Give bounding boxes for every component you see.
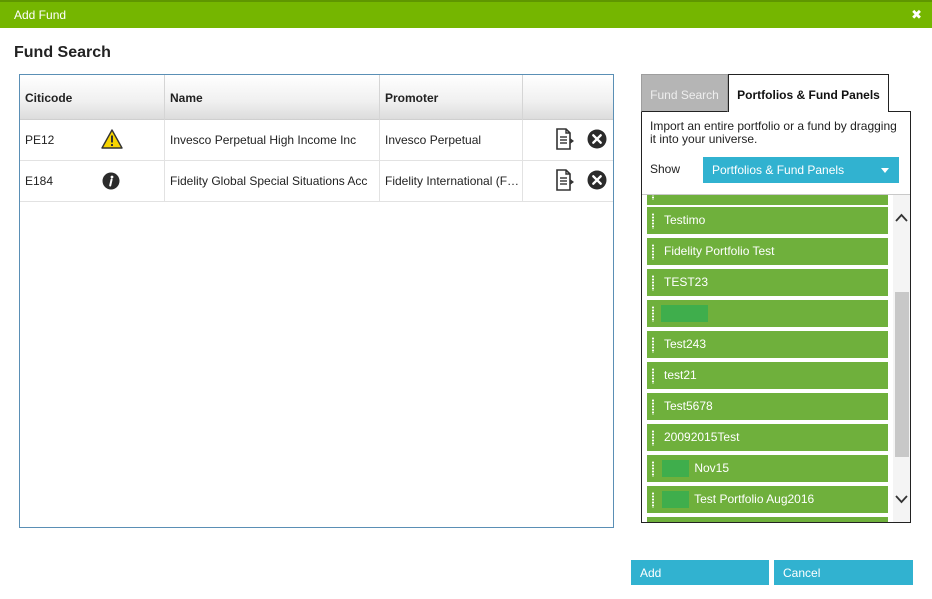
add-button[interactable]: Add	[631, 560, 769, 585]
scroll-thumb[interactable]	[895, 292, 909, 457]
column-header-citicode[interactable]: Citicode	[20, 75, 165, 120]
promoter-cell: Invesco Perpetual	[380, 120, 523, 160]
column-header-actions	[523, 75, 613, 120]
info-icon	[102, 172, 120, 193]
redacted-label	[662, 491, 689, 509]
list-item[interactable]	[647, 300, 888, 327]
show-label: Show	[650, 162, 681, 176]
drag-handle-icon[interactable]	[652, 275, 654, 291]
drag-handle-icon[interactable]	[652, 195, 654, 200]
tab-portfolios-fund-panels[interactable]: Portfolios & Fund Panels	[728, 74, 889, 112]
drag-handle-icon[interactable]	[652, 368, 654, 384]
fund-name-cell: Invesco Perpetual High Income Inc	[165, 120, 380, 160]
list-item[interactable]: Test Portfolio Aug2016	[647, 486, 888, 513]
chevron-down-icon[interactable]	[894, 492, 909, 506]
remove-icon[interactable]	[587, 170, 607, 193]
drag-handle-icon[interactable]	[652, 461, 654, 477]
redacted-label	[661, 305, 708, 323]
list-item-label: TEST23	[664, 275, 709, 289]
list-item[interactable]: Test5678	[647, 393, 888, 420]
portfolio-list[interactable]: Testimo Fidelity Portfolio Test TEST23 T…	[642, 194, 910, 522]
panel-description: Import an entire portfolio or a fund by …	[650, 119, 897, 146]
dialog-titlebar: Add Fund ✖	[0, 0, 932, 28]
list-item-label: Nov15	[694, 461, 730, 475]
drag-handle-icon[interactable]	[652, 213, 654, 229]
close-icon[interactable]: ✖	[911, 7, 922, 23]
list-item-label: Testimo	[664, 213, 706, 227]
list-item-label: test21	[664, 368, 697, 382]
list-item-label: 20092015Test	[664, 430, 740, 444]
drag-handle-icon[interactable]	[652, 337, 654, 353]
remove-icon[interactable]	[587, 129, 607, 152]
list-item[interactable]	[647, 195, 888, 205]
drag-handle-icon[interactable]	[652, 399, 654, 415]
column-header-name[interactable]: Name	[165, 75, 380, 120]
list-item-label: Test243	[664, 337, 707, 351]
cancel-button[interactable]: Cancel	[774, 560, 913, 585]
list-item[interactable]: Fidelity Portfolio Test	[647, 238, 888, 265]
fund-table: Citicode Name Promoter PE12 Invesco Perp…	[19, 74, 614, 528]
tab-divider	[889, 111, 911, 112]
table-row[interactable]: E184 Fidelity Global Special Situations …	[20, 161, 613, 202]
list-item[interactable]: TEST23	[647, 269, 888, 296]
fund-name-cell: Fidelity Global Special Situations Acc	[165, 161, 380, 201]
list-item-label: Fidelity Portfolio Test	[664, 244, 775, 258]
column-header-promoter[interactable]: Promoter	[380, 75, 523, 120]
drag-handle-icon[interactable]	[652, 430, 654, 446]
drag-handle-icon[interactable]	[652, 244, 654, 260]
list-item-label: Test5678	[664, 399, 713, 413]
chevron-down-icon	[881, 168, 889, 173]
panel-tabs: Fund Search Portfolios & Fund Panels	[641, 74, 911, 112]
drag-handle-icon[interactable]	[652, 306, 654, 322]
table-row[interactable]: PE12 Invesco Perpetual High Income Inc I…	[20, 120, 613, 161]
drag-handle-icon[interactable]	[652, 492, 654, 508]
redacted-label	[662, 460, 689, 478]
tab-fund-search[interactable]: Fund Search	[641, 74, 728, 112]
list-item-label: Test Portfolio Aug2016	[694, 492, 815, 506]
chevron-up-icon[interactable]	[894, 211, 909, 225]
list-item[interactable]: Nov15	[647, 455, 888, 482]
list-item[interactable]: 20092015Test	[647, 424, 888, 451]
list-item[interactable]: test21	[647, 362, 888, 389]
citicode-cell: E184	[20, 161, 165, 201]
show-select[interactable]: Portfolios & Fund Panels	[703, 157, 899, 183]
list-item[interactable]: Test243	[647, 331, 888, 358]
show-select-value: Portfolios & Fund Panels	[712, 163, 845, 177]
table-header: Citicode Name Promoter	[20, 75, 613, 120]
page-title: Fund Search	[14, 44, 111, 61]
list-item[interactable]	[647, 517, 888, 522]
promoter-cell: Fidelity International (F…	[380, 161, 523, 201]
list-item[interactable]: Testimo	[647, 207, 888, 234]
citicode-cell: PE12	[20, 120, 165, 160]
warning-icon	[101, 129, 123, 152]
document-icon[interactable]	[555, 128, 575, 153]
dialog-title: Add Fund	[14, 8, 67, 22]
document-icon[interactable]	[555, 169, 575, 194]
